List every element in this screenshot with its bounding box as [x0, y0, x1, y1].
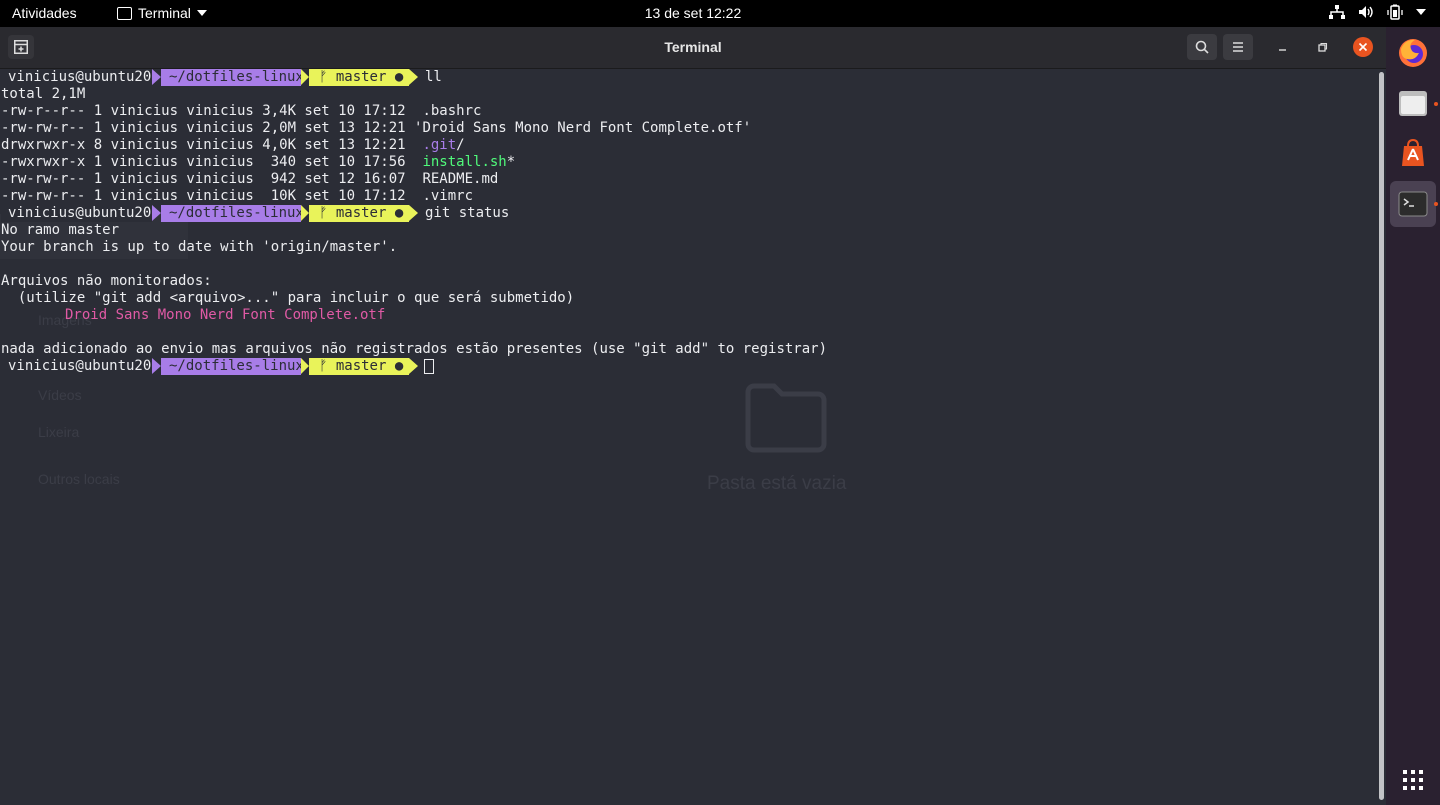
prompt-separator	[409, 69, 418, 85]
close-button[interactable]	[1353, 37, 1373, 57]
output-line: total 2,1M	[1, 86, 86, 102]
ls-row: drwxrwxr-x 8 vinicius vinicius 4,0K set …	[1, 137, 465, 153]
git-branch-icon: ᚠ	[319, 69, 336, 85]
maximize-button[interactable]	[1312, 37, 1332, 57]
git-status-dot-icon: ●	[394, 69, 404, 85]
running-indicator	[1434, 102, 1438, 106]
git-branch-icon: ᚠ	[319, 358, 336, 374]
empty-folder-label: Pasta está vazia	[707, 473, 847, 494]
menu-button[interactable]	[1223, 34, 1253, 60]
prompt-git: ᚠ master ●	[309, 358, 409, 375]
show-applications-icon[interactable]	[1402, 769, 1424, 791]
window-titlebar: Terminal	[0, 27, 1386, 69]
scrollbar[interactable]	[1378, 69, 1386, 805]
ls-row: -rw-rw-r-- 1 vinicius vinicius 10K set 1…	[1, 188, 474, 204]
firefox-icon[interactable]	[1397, 37, 1429, 69]
prompt-separator	[409, 205, 418, 221]
prompt-separator	[409, 358, 418, 374]
prompt-user: vinicius@ubuntu20	[1, 358, 152, 375]
top-bar: Atividades Terminal 13 de set 12:22	[0, 0, 1440, 27]
text-cursor[interactable]	[424, 359, 434, 374]
output-line: No ramo master	[1, 222, 120, 238]
prompt-user: vinicius@ubuntu20	[1, 69, 152, 86]
ghost-sidebar-item: Outros locais	[38, 471, 120, 487]
output-line: Arquivos não monitorados:	[1, 273, 212, 289]
minimize-icon	[1279, 49, 1286, 51]
prompt-dir: ~/dotfiles-linux	[161, 69, 304, 86]
shell-prompt: vinicius@ubuntu20 ~/dotfiles-linux ᚠ mas…	[1, 69, 461, 86]
hamburger-menu-icon	[1233, 42, 1243, 52]
prompt-separator	[152, 69, 161, 85]
prompt-user: vinicius@ubuntu20	[1, 205, 152, 222]
prompt-separator	[301, 69, 309, 85]
prompt-git: ᚠ master ●	[309, 69, 409, 86]
shell-prompt: vinicius@ubuntu20 ~/dotfiles-linux ᚠ mas…	[1, 358, 441, 375]
ls-row: -rw-rw-r-- 1 vinicius vinicius 942 set 1…	[1, 171, 499, 187]
prompt-separator	[301, 358, 309, 374]
git-branch-icon: ᚠ	[319, 205, 336, 221]
terminal-icon[interactable]	[1397, 188, 1429, 220]
prompt-separator	[152, 205, 161, 221]
battery-icon	[1387, 4, 1403, 20]
volume-icon	[1359, 6, 1373, 18]
search-icon	[1195, 40, 1209, 54]
prompt-git: ᚠ master ●	[309, 205, 409, 222]
restore-icon	[1318, 42, 1328, 52]
system-menu[interactable]	[1329, 4, 1426, 20]
command-text: git status	[425, 205, 510, 221]
ghost-sidebar-item: Vídeos	[38, 387, 82, 403]
files-icon[interactable]	[1397, 87, 1429, 119]
chevron-down-icon	[1416, 9, 1426, 15]
prompt-dir: ~/dotfiles-linux	[161, 358, 304, 375]
ls-row: -rwxrwxr-x 1 vinicius vinicius 340 set 1…	[1, 154, 516, 170]
shell-prompt: vinicius@ubuntu20 ~/dotfiles-linux ᚠ mas…	[1, 205, 521, 222]
git-status-dot-icon: ●	[394, 205, 404, 221]
prompt-dir: ~/dotfiles-linux	[161, 205, 304, 222]
network-icon	[1329, 5, 1345, 19]
output-line: Your branch is up to date with 'origin/m…	[1, 239, 398, 255]
prompt-separator	[301, 205, 309, 221]
prompt-separator	[152, 358, 161, 374]
git-status-dot-icon: ●	[394, 358, 404, 374]
untracked-file: Droid Sans Mono Nerd Font Complete.otf	[65, 307, 386, 323]
terminal-output[interactable]: Imagens Vídeos Lixeira Outros locais Pas…	[0, 69, 1378, 805]
command-text: ll	[425, 69, 442, 85]
ls-row: -rw-r--r-- 1 vinicius vinicius 3,4K set …	[1, 103, 482, 119]
scrollbar-thumb[interactable]	[1379, 72, 1384, 800]
clock[interactable]: 13 de set 12:22	[0, 5, 1386, 21]
ubuntu-software-icon[interactable]	[1397, 137, 1429, 169]
output-line: (utilize "git add <arquivo>..." para inc…	[1, 290, 575, 306]
output-line: nada adicionado ao envio mas arquivos nã…	[1, 341, 828, 357]
ls-row: -rw-rw-r-- 1 vinicius vinicius 2,0M set …	[1, 120, 752, 136]
empty-folder-icon	[745, 383, 827, 453]
close-icon	[1358, 42, 1368, 52]
dock	[1386, 27, 1440, 805]
minimize-button[interactable]	[1273, 37, 1293, 57]
running-indicator	[1434, 202, 1438, 206]
ghost-sidebar-item: Lixeira	[38, 424, 80, 440]
search-button[interactable]	[1187, 34, 1217, 60]
window-title: Terminal	[664, 39, 722, 55]
